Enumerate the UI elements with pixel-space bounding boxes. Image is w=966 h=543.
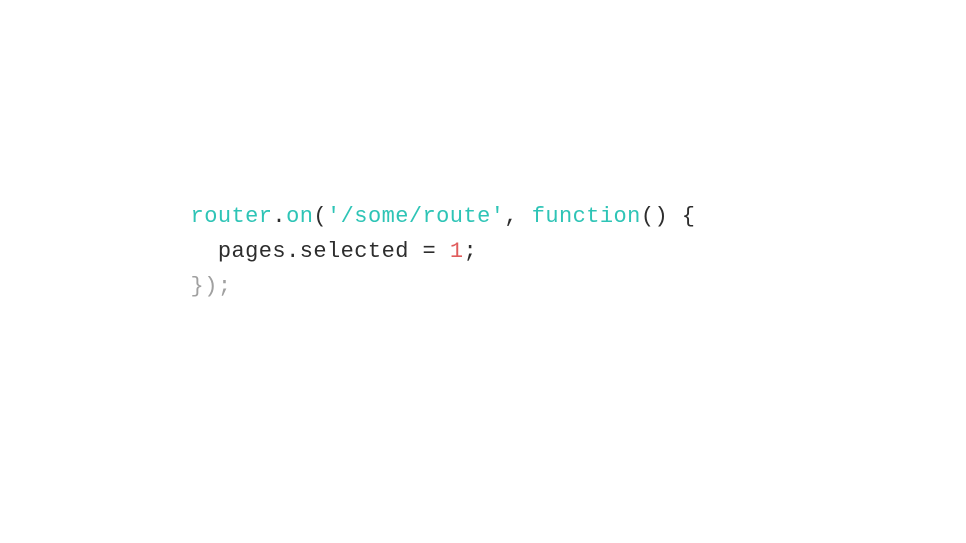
number-value: 1 (450, 234, 464, 269)
method-on: on (286, 199, 313, 234)
comma: , (504, 199, 518, 234)
paren-open: ( (313, 199, 327, 234)
indent-spaces (191, 234, 218, 269)
code-line-1: router.on('/some/route', function() { (191, 199, 696, 234)
keyword-router: router (191, 199, 273, 234)
code-line-2: pages.selected = 1; (191, 234, 696, 269)
equals-sign: = (423, 234, 437, 269)
code-block: router.on('/some/route', function() { pa… (191, 199, 696, 305)
space-1 (518, 199, 532, 234)
space-eq-2 (436, 234, 450, 269)
dot-1: . (272, 199, 286, 234)
string-route: '/some/route' (327, 199, 504, 234)
space-eq-1 (409, 234, 423, 269)
semicolon: ; (463, 234, 477, 269)
space-2 (668, 199, 682, 234)
dot-2: . (286, 234, 300, 269)
var-pages: pages (218, 234, 286, 269)
prop-selected: selected (300, 234, 409, 269)
paren-args: () (641, 199, 668, 234)
brace-open: { (682, 199, 696, 234)
keyword-function: function (532, 199, 641, 234)
code-line-3: }); (191, 269, 696, 304)
close-bracket: }); (191, 269, 232, 304)
